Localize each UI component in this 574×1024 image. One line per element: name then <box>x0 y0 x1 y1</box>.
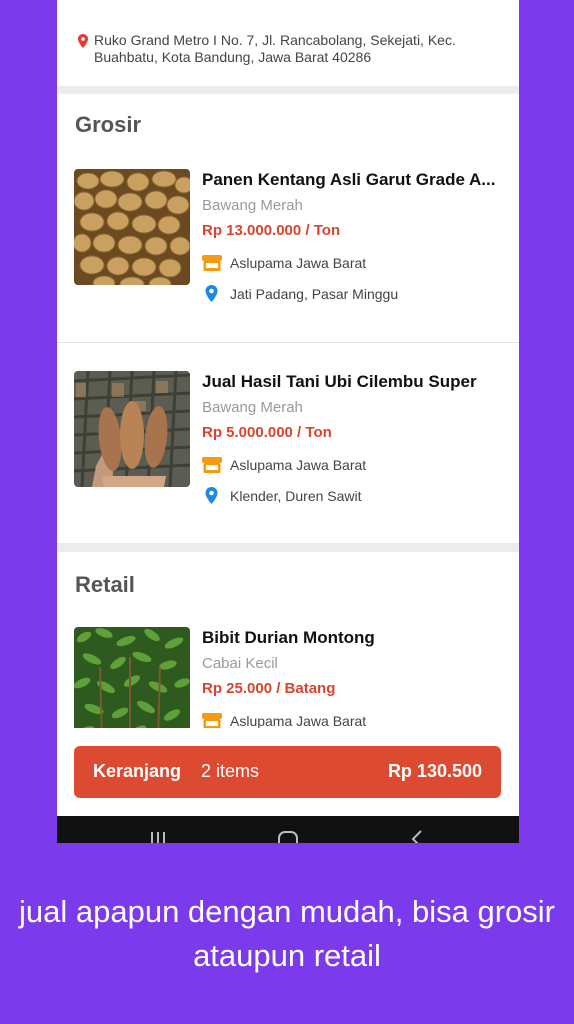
cart-item-count: 2 items <box>201 761 260 781</box>
sweet-potatoes-image[interactable] <box>74 371 190 487</box>
system-nav-bar <box>57 816 519 843</box>
divider <box>57 342 519 343</box>
product-card[interactable]: Bibit Durian Montong Cabai Kecil Rp 25.0… <box>57 627 519 728</box>
home-icon[interactable] <box>277 830 299 843</box>
seller-name[interactable]: Aslupama Jawa Barat <box>230 253 366 273</box>
product-name[interactable]: Jual Hasil Tani Ubi Cilembu Super <box>202 371 507 393</box>
product-price: Rp 25.000 / Batang <box>202 680 336 697</box>
promo-caption: jual apapun dengan mudah, bisa grosir at… <box>19 894 555 973</box>
back-icon[interactable] <box>407 830 425 843</box>
store-icon <box>202 713 222 728</box>
location-pin-icon <box>205 285 218 302</box>
product-card[interactable]: Jual Hasil Tani Ubi Cilembu Super Bawang… <box>57 371 519 571</box>
seller-name[interactable]: Aslupama Jawa Barat <box>230 455 366 475</box>
location-pin-icon <box>205 487 218 504</box>
potatoes-image[interactable] <box>74 169 190 285</box>
product-location: Jati Padang, Pasar Minggu <box>230 286 399 302</box>
cart-total: Rp 130.500 <box>387 761 482 781</box>
product-price: Rp 5.000.000 / Ton <box>202 424 332 441</box>
product-category: Cabai Kecil <box>202 655 278 672</box>
product-price: Rp 13.000.000 / Ton <box>202 222 341 239</box>
recent-apps-icon[interactable] <box>149 830 167 843</box>
map-pin-icon <box>78 34 88 48</box>
cart-bar: Keranjang 2 items Rp 130.500 <box>57 728 519 816</box>
product-category: Bawang Merah <box>202 399 303 416</box>
product-category: Bawang Merah <box>202 197 303 214</box>
store-icon <box>202 255 222 271</box>
product-card[interactable]: Panen Kentang Asli Garut Grade A... Bawa… <box>57 169 519 369</box>
product-name[interactable]: Bibit Durian Montong <box>202 627 507 649</box>
section-grosir: Grosir Panen Kentang Asli Garut Grade A.… <box>57 94 519 543</box>
store-address-card: Ruko Grand Metro I No. 7, Jl. Rancabolan… <box>57 0 519 86</box>
store-address: Ruko Grand Metro I No. 7, Jl. Rancabolan… <box>94 32 456 65</box>
product-location: Klender, Duren Sawit <box>230 488 362 504</box>
section-retail: Retail Bibit Durian Montong Cabai Kecil … <box>57 552 519 728</box>
product-name[interactable]: Panen Kentang Asli Garut Grade A... <box>202 169 507 191</box>
cart-button[interactable]: Keranjang 2 items Rp 130.500 <box>74 746 501 798</box>
durian-seedlings-image[interactable] <box>74 627 190 728</box>
phone-screen: Ruko Grand Metro I No. 7, Jl. Rancabolan… <box>57 0 519 843</box>
section-title: Retail <box>75 572 135 597</box>
cart-label: Keranjang <box>93 761 182 781</box>
section-title: Grosir <box>75 112 142 137</box>
seller-name[interactable]: Aslupama Jawa Barat <box>230 711 366 728</box>
store-icon <box>202 457 222 473</box>
